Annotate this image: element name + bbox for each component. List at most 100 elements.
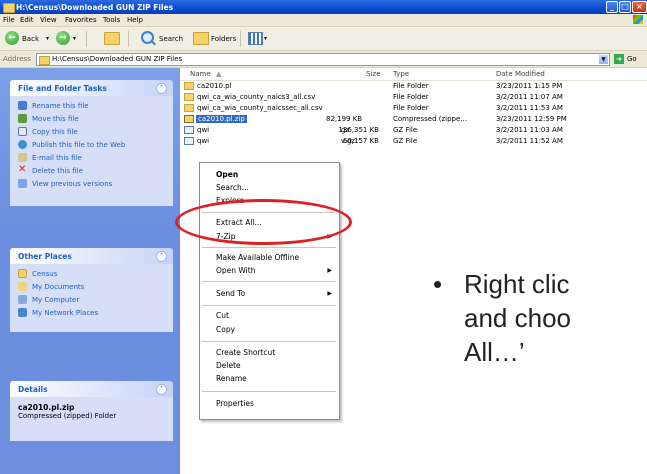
- details-panel: Details ˄ ca2010.pl.zip Compressed (zipp…: [10, 381, 173, 441]
- menu-tools[interactable]: Tools: [103, 16, 120, 24]
- place-label: My Documents: [32, 283, 85, 291]
- go-button[interactable]: Go: [627, 55, 637, 63]
- file-row-selected[interactable]: ca2010.pl.zip 82,199 KB Compressed (zipp…: [180, 114, 647, 125]
- collapse-chevron-icon[interactable]: ˄: [156, 384, 167, 395]
- menu-help[interactable]: Help: [127, 16, 143, 24]
- task-publish[interactable]: Publish this file to the Web: [10, 139, 173, 152]
- place-census[interactable]: Census: [10, 268, 173, 281]
- menu-item-rename[interactable]: Rename: [216, 374, 247, 383]
- toolbar-separator: [240, 31, 241, 47]
- menu-separator: [202, 305, 336, 306]
- file-name: ca2010.pl.zip: [196, 115, 247, 123]
- submenu-arrow-icon: ▶: [327, 290, 332, 297]
- task-delete[interactable]: ✕ Delete this file: [10, 165, 173, 178]
- task-view-previous-versions[interactable]: View previous versions: [10, 178, 173, 191]
- search-icon[interactable]: [141, 31, 154, 44]
- views-dropdown-icon[interactable]: ▾: [264, 35, 267, 42]
- file-row[interactable]: qwi_ca_wia_county_naics3_all.csv File Fo…: [180, 92, 647, 103]
- menu-item-open[interactable]: Open: [216, 170, 238, 179]
- forward-arrow-icon[interactable]: →: [56, 31, 70, 45]
- column-name[interactable]: Name: [190, 70, 211, 78]
- task-label: Publish this file to the Web: [32, 141, 126, 149]
- place-my-computer[interactable]: My Computer: [10, 294, 173, 307]
- file-row[interactable]: qwi v.gz 60,157 KB GZ File 3/2/2011 11:5…: [180, 136, 647, 147]
- menu-separator: [202, 341, 336, 342]
- move-icon: [18, 114, 27, 123]
- back-dropdown-icon[interactable]: ▾: [46, 35, 49, 42]
- folders-icon[interactable]: [193, 32, 209, 45]
- place-my-documents[interactable]: My Documents: [10, 281, 173, 294]
- collapse-chevron-icon[interactable]: ˄: [156, 83, 167, 94]
- toolbar-separator: [86, 31, 87, 47]
- file-name: qwi: [197, 126, 210, 134]
- computer-icon: [18, 295, 27, 304]
- other-places-body: Census My Documents My Computer My Netwo…: [10, 264, 173, 332]
- file-type: GZ File: [393, 137, 418, 145]
- forward-dropdown-icon[interactable]: ▾: [73, 35, 76, 42]
- file-name: ca2010.pl: [197, 82, 232, 90]
- menu-item-make-available-offline[interactable]: Make Available Offline: [216, 253, 299, 262]
- details-header[interactable]: Details ˄: [10, 381, 173, 397]
- file-row[interactable]: qwi gz 136,351 KB GZ File 3/2/2011 11:03…: [180, 125, 647, 136]
- slide-line: Right clic: [464, 269, 570, 299]
- menu-item-delete[interactable]: Delete: [216, 361, 241, 370]
- submenu-arrow-icon: ▶: [327, 267, 332, 274]
- column-date-modified[interactable]: Date Modified: [496, 70, 545, 78]
- file-modified: 3/23/2011 1:15 PM: [496, 82, 563, 90]
- column-size[interactable]: Size: [366, 70, 380, 78]
- task-label: View previous versions: [32, 180, 113, 188]
- up-folder-icon[interactable]: [104, 32, 120, 45]
- search-button[interactable]: Search: [159, 35, 183, 43]
- menu-view[interactable]: View: [40, 16, 57, 24]
- slide-line: All…’: [464, 337, 525, 367]
- email-icon: [18, 153, 27, 162]
- task-copy[interactable]: Copy this file: [10, 126, 173, 139]
- other-places-header[interactable]: Other Places ˄: [10, 248, 173, 264]
- task-rename[interactable]: Rename this file: [10, 100, 173, 113]
- task-email[interactable]: E-mail this file: [10, 152, 173, 165]
- menu-favorites[interactable]: Favorites: [65, 16, 97, 24]
- file-row[interactable]: ca2010.pl File Folder 3/23/2011 1:15 PM: [180, 81, 647, 92]
- place-my-network-places[interactable]: My Network Places: [10, 307, 173, 320]
- menu-item-send-to[interactable]: Send To: [216, 289, 245, 298]
- folder-icon: [184, 104, 194, 112]
- file-row[interactable]: qwi_ca_wia_county_naicssec_all.csv File …: [180, 103, 647, 114]
- close-button[interactable]: ×: [632, 1, 647, 13]
- file-folder-tasks-header[interactable]: File and Folder Tasks ˄: [10, 80, 173, 96]
- file-name: qwi_ca_wia_county_naicssec_all.csv: [197, 104, 323, 112]
- other-places-panel: Other Places ˄ Census My Documents My Co…: [10, 248, 173, 332]
- menu-item-cut[interactable]: Cut: [216, 311, 229, 320]
- collapse-chevron-icon[interactable]: ˄: [156, 251, 167, 262]
- back-arrow-icon[interactable]: ←: [5, 31, 19, 45]
- highlight-ellipse: [175, 199, 352, 245]
- back-button[interactable]: Back: [22, 35, 39, 43]
- address-input[interactable]: H:\Census\Downloaded GUN ZIP Files ▼: [36, 53, 610, 66]
- column-header: Name ▲ Size Type Date Modified: [180, 68, 647, 81]
- go-arrow-icon[interactable]: ➜: [614, 54, 624, 64]
- task-label: Rename this file: [32, 102, 89, 110]
- maximize-button[interactable]: □: [619, 1, 631, 13]
- publish-icon: [18, 140, 27, 149]
- menu-item-search[interactable]: Search...: [216, 183, 249, 192]
- address-dropdown-icon[interactable]: ▼: [599, 55, 608, 64]
- views-icon[interactable]: [248, 32, 263, 45]
- menu-edit[interactable]: Edit: [20, 16, 34, 24]
- task-move[interactable]: Move this file: [10, 113, 173, 126]
- menu-item-properties[interactable]: Properties: [216, 399, 254, 408]
- slide-line: and choo: [464, 303, 571, 333]
- title-bar[interactable]: H:\Census\Downloaded GUN ZIP Files _ □ ×: [0, 0, 647, 14]
- menu-item-create-shortcut[interactable]: Create Shortcut: [216, 348, 275, 357]
- copy-icon: [18, 127, 27, 136]
- folders-button[interactable]: Folders: [211, 35, 236, 43]
- menu-file[interactable]: File: [3, 16, 15, 24]
- menu-bar: File Edit View Favorites Tools Help: [0, 14, 647, 27]
- file-size: 60,157 KB: [342, 137, 379, 145]
- place-label: My Computer: [32, 296, 80, 304]
- file-size: 136,351 KB: [338, 126, 379, 134]
- folder-icon: [18, 269, 27, 278]
- column-type[interactable]: Type: [393, 70, 409, 78]
- menu-item-copy[interactable]: Copy: [216, 325, 235, 334]
- minimize-button[interactable]: _: [606, 1, 618, 13]
- menu-item-open-with[interactable]: Open With: [216, 266, 255, 275]
- file-modified: 3/23/2011 12:59 PM: [496, 115, 567, 123]
